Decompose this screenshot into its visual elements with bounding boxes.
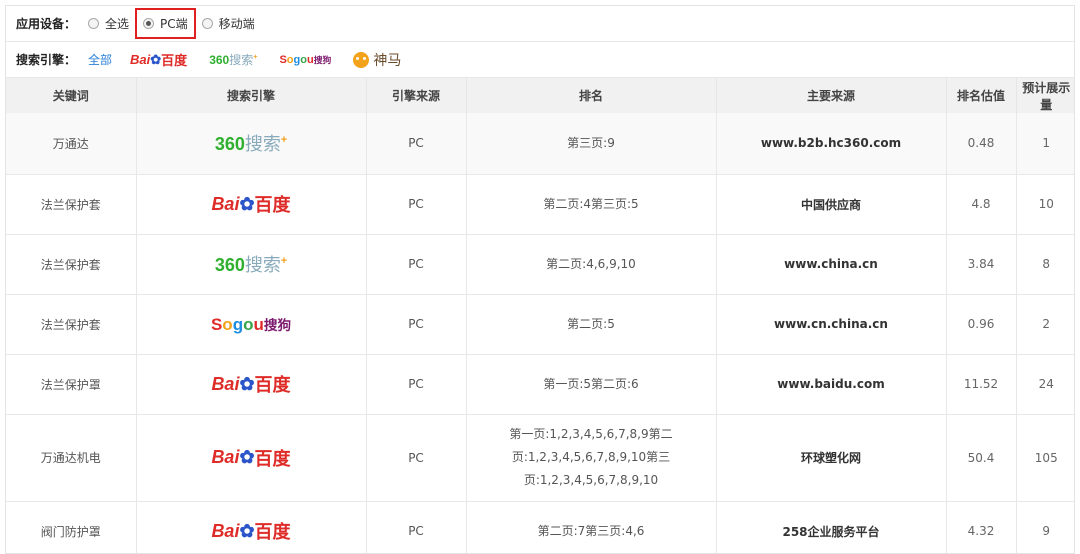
engine-cell: Bai ✿ 百度 xyxy=(136,354,367,415)
engine-filter-shenma[interactable]: 神马 xyxy=(353,50,401,70)
engine-cell: Bai ✿ 百度 xyxy=(136,414,367,502)
engine-cell: Sogou搜狗 xyxy=(136,294,367,355)
sogou-logo-icon: Sogou搜狗 xyxy=(279,54,332,66)
column-header-keyword: 关键词 xyxy=(6,78,137,113)
engine-source-cell: PC xyxy=(366,414,467,502)
impressions-cell: 10 xyxy=(1016,174,1074,235)
keyword-cell: 法兰保护套 xyxy=(6,234,137,295)
rank-cell: 第一页:5第二页:6 xyxy=(466,354,717,415)
device-option-pc[interactable]: PC端 xyxy=(135,8,196,39)
estimate-cell: 11.52 xyxy=(946,354,1017,415)
engine-source-cell: PC xyxy=(366,234,467,295)
radio-icon[interactable] xyxy=(88,18,100,29)
impressions-cell: 1 xyxy=(1016,113,1074,175)
shenma-logo-icon: 神马 xyxy=(353,50,401,70)
table-body: 万通达 360搜索+ PC 第三页:9 www.b2b.hc360.com 0.… xyxy=(6,113,1074,553)
device-option-all[interactable]: 全选 xyxy=(88,15,129,32)
engine-filter-360[interactable]: 360搜索+ xyxy=(209,51,257,68)
baidu-logo-icon: Bai ✿ 百度 xyxy=(211,373,291,396)
device-filter-label: 应用设备： xyxy=(16,17,77,31)
radio-icon[interactable] xyxy=(201,18,213,29)
main-source-cell: www.china.cn xyxy=(716,234,947,295)
keyword-cell: 万通达机电 xyxy=(6,414,137,502)
table-row: 万通达 360搜索+ PC 第三页:9 www.b2b.hc360.com 0.… xyxy=(6,113,1074,175)
engine-source-cell: PC xyxy=(366,501,467,553)
estimate-cell: 4.32 xyxy=(946,501,1017,553)
estimate-cell: 3.84 xyxy=(946,234,1017,295)
impressions-cell: 24 xyxy=(1016,354,1074,415)
impressions-cell: 9 xyxy=(1016,501,1074,553)
table-row: 法兰保护套 Sogou搜狗 PC 第二页:5 www.cn.china.cn 0… xyxy=(6,294,1074,355)
rank-cell: 第一页:1,2,3,4,5,6,7,8,9第二页:1,2,3,4,5,6,7,8… xyxy=(466,414,717,502)
device-filter-row: 应用设备： 全选 PC端 移动端 xyxy=(6,6,1074,42)
radio-checked-icon[interactable] xyxy=(143,18,155,29)
engine-source-cell: PC xyxy=(366,294,467,355)
engine-filter-sogou[interactable]: Sogou搜狗 xyxy=(279,53,331,66)
rank-cell: 第二页:5 xyxy=(466,294,717,355)
rank-cell: 第二页:7第三页:4,6 xyxy=(466,501,717,553)
rank-cell: 第二页:4,6,9,10 xyxy=(466,234,717,295)
main-source-cell: www.cn.china.cn xyxy=(716,294,947,355)
estimate-cell: 0.96 xyxy=(946,294,1017,355)
main-source-cell: www.baidu.com xyxy=(716,354,947,415)
impressions-cell: 2 xyxy=(1016,294,1074,355)
rank-cell: 第二页:4第三页:5 xyxy=(466,174,717,235)
rank-cell: 第三页:9 xyxy=(466,113,717,175)
keyword-cell: 阀门防护罩 xyxy=(6,501,137,553)
baidu-logo-icon: Bai ✿ 百度 xyxy=(130,51,188,69)
keyword-cell: 万通达 xyxy=(6,113,137,175)
ranking-table: 关键词 搜索引擎 引擎来源 排名 主要来源 排名估值 预计展示量 万通达 360… xyxy=(6,78,1074,553)
column-header-engine: 搜索引擎 xyxy=(136,78,367,113)
engine-cell: Bai ✿ 百度 xyxy=(136,501,367,553)
keyword-cell: 法兰保护套 xyxy=(6,294,137,355)
360-logo-icon: 360搜索+ xyxy=(214,134,288,155)
engine-filter-row: 搜索引擎： 全部 Bai ✿ 百度 360搜索+ Sogou搜狗 神马 xyxy=(6,42,1074,78)
table-row: 万通达机电 Bai ✿ 百度 PC 第一页:1,2,3,4,5,6,7,8,9第二页… xyxy=(6,414,1074,502)
keyword-ranking-panel: 应用设备： 全选 PC端 移动端 搜索引擎： 全部 Bai ✿ 百度 360搜索+ … xyxy=(5,5,1075,554)
table-row: 法兰保护罩 Bai ✿ 百度 PC 第一页:5第二页:6 www.baidu.com… xyxy=(6,354,1074,415)
table-header-row: 关键词 搜索引擎 引擎来源 排名 主要来源 排名估值 预计展示量 xyxy=(6,78,1074,113)
impressions-cell: 8 xyxy=(1016,234,1074,295)
engine-cell: 360搜索+ xyxy=(136,234,367,295)
column-header-engine-source: 引擎来源 xyxy=(366,78,467,113)
keyword-cell: 法兰保护套 xyxy=(6,174,137,235)
column-header-impressions: 预计展示量 xyxy=(1016,78,1074,113)
estimate-cell: 50.4 xyxy=(946,414,1017,502)
device-option-mobile[interactable]: 移动端 xyxy=(201,15,255,32)
keyword-cell: 法兰保护罩 xyxy=(6,354,137,415)
baidu-logo-icon: Bai ✿ 百度 xyxy=(211,193,291,216)
engine-source-cell: PC xyxy=(366,354,467,415)
engine-cell: Bai ✿ 百度 xyxy=(136,174,367,235)
engine-cell: 360搜索+ xyxy=(136,113,367,175)
column-header-estimate: 排名估值 xyxy=(946,78,1017,113)
baidu-logo-icon: Bai ✿ 百度 xyxy=(211,520,291,543)
estimate-cell: 0.48 xyxy=(946,113,1017,175)
main-source-cell: 中国供应商 xyxy=(716,174,947,235)
impressions-cell: 105 xyxy=(1016,414,1074,502)
baidu-logo-icon: Bai ✿ 百度 xyxy=(211,447,291,469)
main-source-cell: www.b2b.hc360.com xyxy=(716,113,947,175)
360-logo-icon: 360搜索+ xyxy=(214,255,288,275)
table-row: 法兰保护套 360搜索+ PC 第二页:4,6,9,10 www.china.c… xyxy=(6,234,1074,295)
engine-filter-all[interactable]: 全部 xyxy=(88,51,112,68)
main-source-cell: 环球塑化网 xyxy=(716,414,947,502)
table-row: 法兰保护套 Bai ✿ 百度 PC 第二页:4第三页:5 中国供应商 4.8 10 xyxy=(6,174,1074,235)
column-header-main-source: 主要来源 xyxy=(716,78,947,113)
360-logo-icon: 360搜索+ xyxy=(209,52,258,67)
engine-filter-baidu[interactable]: Bai ✿ 百度 xyxy=(130,50,187,69)
engine-source-cell: PC xyxy=(366,174,467,235)
engine-source-cell: PC xyxy=(366,113,467,175)
table-row: 阀门防护罩 Bai ✿ 百度 PC 第二页:7第三页:4,6 258企业服务平台 4… xyxy=(6,501,1074,553)
engine-filter-label: 搜索引擎： xyxy=(16,53,77,67)
estimate-cell: 4.8 xyxy=(946,174,1017,235)
sogou-logo-icon: Sogou搜狗 xyxy=(210,314,292,334)
column-header-rank: 排名 xyxy=(466,78,717,113)
main-source-cell: 258企业服务平台 xyxy=(716,501,947,553)
